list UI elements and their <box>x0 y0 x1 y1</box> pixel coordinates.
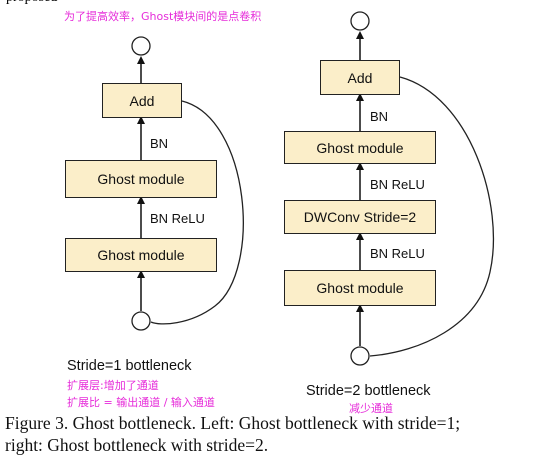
expand-layer-note: 扩展层:增加了通道 <box>67 379 159 392</box>
right-dwconv-label: DWConv Stride=2 <box>303 209 417 225</box>
caption-line-2: right: Ghost bottleneck with stride=2. <box>5 434 269 455</box>
right-output-circle <box>350 11 370 31</box>
right-ghost-module-top: Ghost module <box>284 131 436 164</box>
left-input-circle <box>131 311 151 331</box>
right-add-label: Add <box>347 69 373 86</box>
right-bn-label: BN <box>370 109 389 124</box>
left-bn-relu-label: BN ReLU <box>150 211 205 226</box>
left-ghost-module-top: Ghost module <box>65 160 217 198</box>
caption-line-1: Figure 3. Ghost bottleneck. Left: Ghost … <box>5 413 461 433</box>
left-ghost-module-bottom: Ghost module <box>65 238 217 272</box>
figure-caption: Figure 3. Ghost bottleneck. Left: Ghost … <box>5 413 550 456</box>
right-block-title: Stride=2 bottleneck <box>306 383 431 399</box>
left-add-label: Add <box>129 92 155 109</box>
right-ghost-module-top-label: Ghost module <box>316 139 404 156</box>
left-bn-label: BN <box>150 136 169 151</box>
left-ghost-module-top-label: Ghost module <box>97 171 185 187</box>
left-block-title: Stride=1 bottleneck <box>67 358 192 374</box>
right-bn-relu-label-1: BN ReLU <box>370 177 425 192</box>
left-ghost-module-bottom-label: Ghost module <box>97 247 185 263</box>
expand-ratio-note: 扩展比 = 输出通道 / 输入通道 <box>67 396 215 409</box>
left-output-circle <box>131 36 151 56</box>
right-ghost-module-bottom: Ghost module <box>284 270 436 306</box>
right-bn-relu-label-2: BN ReLU <box>370 246 425 261</box>
top-annotation-note: 为了提高效率，Ghost模块间的是点卷积 <box>64 10 262 23</box>
left-add-box: Add <box>102 83 182 118</box>
right-input-circle <box>350 346 370 366</box>
right-ghost-module-bottom-label: Ghost module <box>316 280 404 296</box>
right-dwconv-box: DWConv Stride=2 <box>284 200 436 234</box>
right-add-box: Add <box>320 60 400 95</box>
